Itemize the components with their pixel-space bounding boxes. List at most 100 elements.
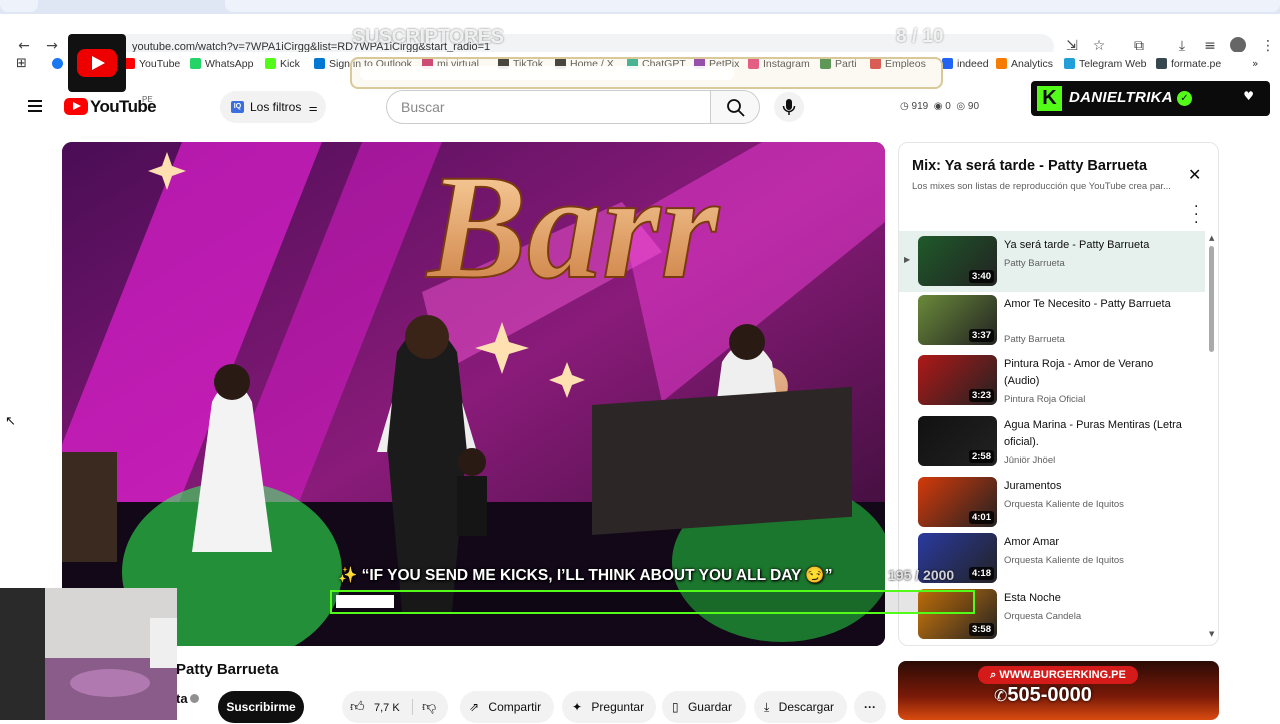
download-button[interactable]: ⤓ Descargar [754,691,847,723]
playlist-item-title[interactable]: Esta Noche [1004,590,1184,607]
playlist-item-channel: Pintura Roja Oficial [1004,394,1086,405]
download-icon: ⤓ [764,700,770,714]
channel-name[interactable]: ta [176,691,188,706]
svg-text:Barr: Barr [425,144,720,310]
save-button[interactable]: ▯ Guardar [662,691,746,723]
playlist-item-title[interactable]: Amor Amar [1004,534,1184,551]
share-label: Compartir [488,700,542,714]
bookmark-favicon-icon [1156,58,1167,69]
bookmark-item[interactable]: formate.pe [1156,58,1221,70]
filters-label: Los filtros [250,100,302,114]
share-icon: ⇗ [469,700,480,714]
browser-tab[interactable] [0,0,38,12]
like-count: 7,7 K [373,702,400,714]
bookmark-item[interactable]: Kick [265,58,300,70]
ask-label: Preguntar [591,700,645,714]
apps-grid-icon[interactable]: ⊞ [16,56,27,71]
bookmark-item[interactable]: YouTube [124,58,180,70]
like-button[interactable]: 👍︎ 7,7 K [350,691,400,724]
webcam-overlay [0,588,177,720]
youtube-logo-icon[interactable] [64,98,88,115]
heart-icon: ♥ [1243,89,1254,103]
kick-logo-icon: K [1037,86,1062,111]
playlist-item-channel: Orquesta Candela [1004,611,1082,622]
phone-icon: ✆ [994,686,1008,705]
scroll-down-icon[interactable]: ▼ [1209,630,1214,638]
stat-value: 90 [967,101,980,112]
bookmark-label: YouTube [139,58,181,70]
facebook-icon[interactable] [52,58,67,70]
search-input[interactable]: Buscar [386,90,711,124]
more-horiz-icon: ··· [864,700,876,714]
bookmark-label: indeed [957,58,989,70]
more-actions-button[interactable]: ··· [854,691,886,723]
scrollbar-thumb[interactable] [1209,246,1214,352]
kick-goal-count: 195 / 2000 [888,567,955,583]
menu-icon[interactable] [28,100,42,112]
playlist-item-title[interactable]: Amor Te Necesito - Patty Barrueta [1004,296,1184,313]
playlist-item[interactable]: 3:23 Pintura Roja - Amor de Verano (Audio… [899,350,1205,411]
ad-banner[interactable]: ⌕ WWW.BURGERKING.PE ✆505-0000 [898,661,1219,720]
playlist-thumbnail[interactable]: 2:58 [918,416,997,466]
playlist-thumbnail[interactable]: 3:40 [918,236,997,286]
country-code: PE [142,95,153,104]
bookmark-item[interactable]: Analytics [996,58,1053,70]
voice-search-button[interactable] [774,92,804,122]
goal-progress-fill [360,66,734,80]
playlist-item[interactable]: 3:37 Amor Te Necesito - Patty Barrueta Pat… [899,290,1205,351]
verified-icon [190,694,199,703]
bookmark-label: Analytics [1011,58,1054,70]
playlist-item[interactable]: ▶ 3:40 Ya será tarde - Patty Barrueta Patty… [899,231,1205,292]
sparkle-icon: ✦ [572,700,583,714]
scroll-up-icon[interactable]: ▲ [1209,234,1214,242]
dislike-button[interactable]: 👎︎ [422,691,436,723]
webcam-feed [0,588,177,720]
share-button[interactable]: ⇗ Compartir [460,691,554,723]
more-options-icon[interactable]: · · · [1194,200,1198,230]
ask-button[interactable]: ✦ Preguntar [562,691,656,723]
duration-badge: 3:40 [968,270,994,283]
search-icon: ⌕ [990,668,997,681]
playlist-thumbnail[interactable]: 3:23 [918,355,997,405]
close-icon[interactable]: ✕ [1188,165,1201,184]
ad-url-pill: ⌕ WWW.BURGERKING.PE [978,666,1138,684]
playlist-item[interactable]: 2:58 Agua Marina - Puras Mentiras (Letra … [899,411,1205,472]
subscribe-button[interactable]: Suscribirme [218,691,304,723]
youtube-overlay-logo-icon [68,34,126,92]
ad-url: WWW.BURGERKING.PE [999,669,1126,681]
playlist-item-title[interactable]: Pintura Roja - Amor de Verano (Audio) [1004,356,1184,390]
kick-goal-bar [330,590,975,614]
thumbs-up-icon: 👍︎ [350,699,365,715]
kick-username: DANIELTRIKA [1069,89,1173,106]
tab-strip [0,0,1280,14]
bookmark-item[interactable]: WhatsApp [190,58,253,70]
filters-button[interactable]: IQ Los filtros ⚌ [220,91,326,123]
playlist-thumbnail[interactable]: 4:01 [918,477,997,527]
bookmark-item[interactable]: Telegram Web [1064,58,1147,70]
bookmark-item[interactable]: indeed [942,58,989,70]
bookmark-favicon-icon [942,58,953,69]
bookmark-favicon-icon [265,58,276,69]
stat-value: 0 [945,101,951,112]
playlist-item-channel: Orquesta Kaliente de Iquitos [1004,499,1124,510]
kick-goal-fill [336,595,394,608]
playlist-thumbnail[interactable]: 3:37 [918,295,997,345]
playlist-item-title[interactable]: Juramentos [1004,478,1184,495]
duration-badge: 4:18 [968,567,994,580]
search-button[interactable] [710,90,760,124]
playlist-subtitle: Los mixes son listas de reproducción que… [912,181,1171,192]
playlist-item[interactable]: 4:01 Juramentos Orquesta Kaliente de Iquit… [899,472,1205,533]
download-label: Descargar [778,700,835,714]
iq-badge-icon: IQ [231,101,244,113]
bookmark-favicon-icon [1064,58,1075,69]
playlist-scrollbar[interactable]: ▲ ▼ [1209,234,1214,640]
browser-tab-active[interactable] [225,0,1280,12]
duration-badge: 2:58 [968,450,994,463]
more-bookmarks-icon[interactable]: » [1252,58,1258,70]
microphone-icon [782,99,796,115]
playlist-title[interactable]: Mix: Ya será tarde - Patty Barrueta [912,158,1147,174]
playlist-item-title[interactable]: Ya será tarde - Patty Barrueta [1004,237,1184,254]
playlist-item-title[interactable]: Agua Marina - Puras Mentiras (Letra ofic… [1004,417,1184,451]
now-playing-icon: ▶ [904,255,911,264]
mouse-cursor-icon: ↖ [5,414,16,429]
